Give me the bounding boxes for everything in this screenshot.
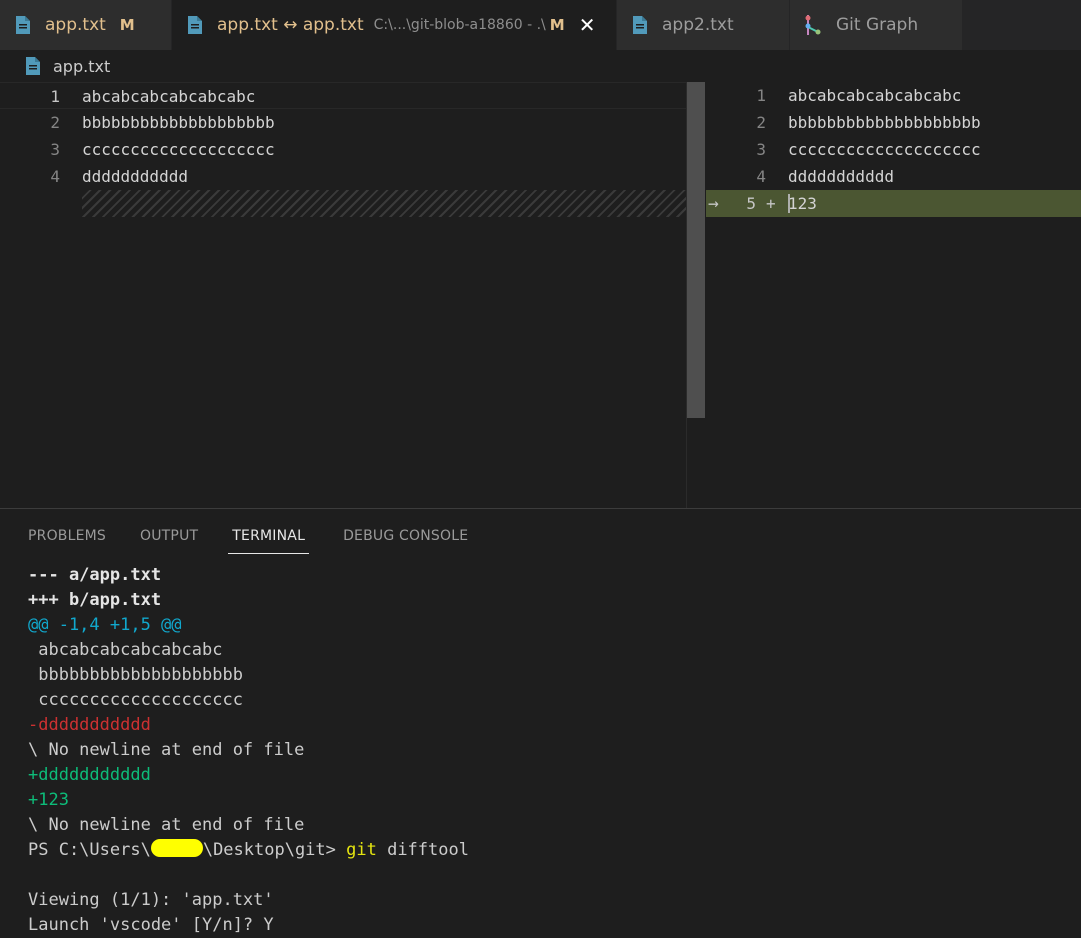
terminal-line: --- a/app.txt <box>28 565 162 585</box>
editor-line: 1 abcabcabcabcabcabc <box>706 82 1081 109</box>
line-number: 5 <box>746 194 756 213</box>
prompt-prefix: PS C:\Users\ <box>28 840 151 860</box>
tab-title: app2.txt <box>662 15 734 35</box>
modified-badge: M <box>119 16 135 34</box>
file-icon <box>16 16 30 34</box>
file-icon <box>26 57 40 75</box>
tab-output[interactable]: OUTPUT <box>140 519 198 553</box>
insert-marker: + <box>766 194 776 213</box>
terminal-line: +ddddddddddd <box>28 765 151 785</box>
terminal-line: abcabcabcabcabcabc <box>28 640 223 660</box>
terminal-line: @@ -1,4 +1,5 @@ <box>28 615 182 635</box>
tab-git-graph[interactable]: Git Graph <box>790 0 962 50</box>
line-number: 4 <box>756 167 766 186</box>
modified-badge: M <box>549 16 565 34</box>
editor-line: 4 ddddddddddd <box>706 163 1081 190</box>
tab-debug-console[interactable]: DEBUG CONSOLE <box>343 519 468 553</box>
tab-app-txt[interactable]: app.txt M <box>0 0 171 50</box>
tab-diff-app-txt[interactable]: app.txt ↔ app.txt C:\...\git-blob-a18860… <box>172 0 616 50</box>
line-text: ddddddddddd <box>82 167 188 186</box>
terminal-line: cccccccccccccccccccc <box>28 690 243 710</box>
redacted-username-mark <box>150 839 203 857</box>
tab-problems[interactable]: PROBLEMS <box>28 519 106 553</box>
terminal-line: +123 <box>28 790 69 810</box>
line-text: 123 <box>788 194 817 213</box>
tab-terminal[interactable]: TERMINAL <box>228 519 310 554</box>
terminal-line: \ No newline at end of file <box>28 740 305 760</box>
line-text: bbbbbbbbbbbbbbbbbbbb <box>788 113 981 132</box>
editor-line: 2 bbbbbbbbbbbbbbbbbbbb <box>706 109 1081 136</box>
close-icon[interactable]: ✕ <box>579 13 596 37</box>
terminal-line: \ No newline at end of file <box>28 815 305 835</box>
editor-line: 3 cccccccccccccccccccc <box>706 136 1081 163</box>
terminal-line: bbbbbbbbbbbbbbbbbbbb <box>28 665 243 685</box>
line-text: abcabcabcabcabcabc <box>788 86 962 105</box>
editor-line: 4 ddddddddddd <box>0 163 686 190</box>
breadcrumb: app.txt <box>0 50 1081 82</box>
tab-title: Git Graph <box>836 15 919 35</box>
panel-tabs: PROBLEMS OUTPUT TERMINAL DEBUG CONSOLE <box>28 519 502 555</box>
editor-line: 2 bbbbbbbbbbbbbbbbbbbb <box>0 109 686 136</box>
breadcrumb-file[interactable]: app.txt <box>53 57 110 76</box>
prompt-suffix: \Desktop\git> <box>202 840 347 860</box>
terminal[interactable]: --- a/app.txt +++ b/app.txt @@ -1,4 +1,5… <box>28 563 469 938</box>
line-text: cccccccccccccccccccc <box>82 140 275 159</box>
editor-line: 3 cccccccccccccccccccc <box>0 136 686 163</box>
terminal-line: Viewing (1/1): 'app.txt' <box>28 890 274 910</box>
git-graph-icon <box>805 15 821 35</box>
file-icon <box>188 16 202 34</box>
line-number: 1 <box>50 87 60 106</box>
terminal-prompt-line: PS C:\Users\ \Desktop\git> git difftool <box>28 838 469 863</box>
editor-line: 1 abcabcabcabcabcabc <box>0 82 686 109</box>
command-keyword: git <box>346 840 377 860</box>
command-args: difftool <box>376 840 469 860</box>
line-text: cccccccccccccccccccc <box>788 140 981 159</box>
line-number: 3 <box>756 140 766 159</box>
line-number: 4 <box>50 167 60 186</box>
tab-title: app.txt ↔ app.txt <box>217 15 364 35</box>
terminal-line: +++ b/app.txt <box>28 590 162 610</box>
tab-app2-txt[interactable]: app2.txt <box>617 0 789 50</box>
inserted-line: → 5 + 123 <box>706 190 1081 217</box>
bottom-panel: PROBLEMS OUTPUT TERMINAL DEBUG CONSOLE -… <box>0 508 1081 935</box>
line-number: 2 <box>50 113 60 132</box>
arrow-right-icon[interactable]: → <box>708 190 719 217</box>
file-icon <box>633 16 647 34</box>
terminal-line: Launch 'vscode' [Y/n]? Y <box>28 915 274 935</box>
diff-editor-modified[interactable]: 1 abcabcabcabcabcabc 2 bbbbbbbbbbbbbbbbb… <box>706 82 1081 508</box>
terminal-line: -ddddddddddd <box>28 715 151 735</box>
diff-editor-original[interactable]: 1 abcabcabcabcabcabc 2 bbbbbbbbbbbbbbbbb… <box>0 82 686 508</box>
tab-bar: app.txt M app.txt ↔ app.txt C:\...\git-b… <box>0 0 1081 50</box>
line-number: 3 <box>50 140 60 159</box>
tab-title: app.txt <box>45 15 106 35</box>
editor-scrollbar[interactable] <box>686 82 706 508</box>
line-number: 2 <box>756 113 766 132</box>
scrollbar-thumb[interactable] <box>687 82 705 418</box>
line-text: bbbbbbbbbbbbbbbbbbbb <box>82 113 275 132</box>
line-text: abcabcabcabcabcabc <box>82 87 256 106</box>
diff-placeholder-hatch <box>82 190 686 217</box>
line-text: ddddddddddd <box>788 167 894 186</box>
line-number: 1 <box>756 86 766 105</box>
tab-description: C:\...\git-blob-a18860 - .\ <box>373 17 546 33</box>
